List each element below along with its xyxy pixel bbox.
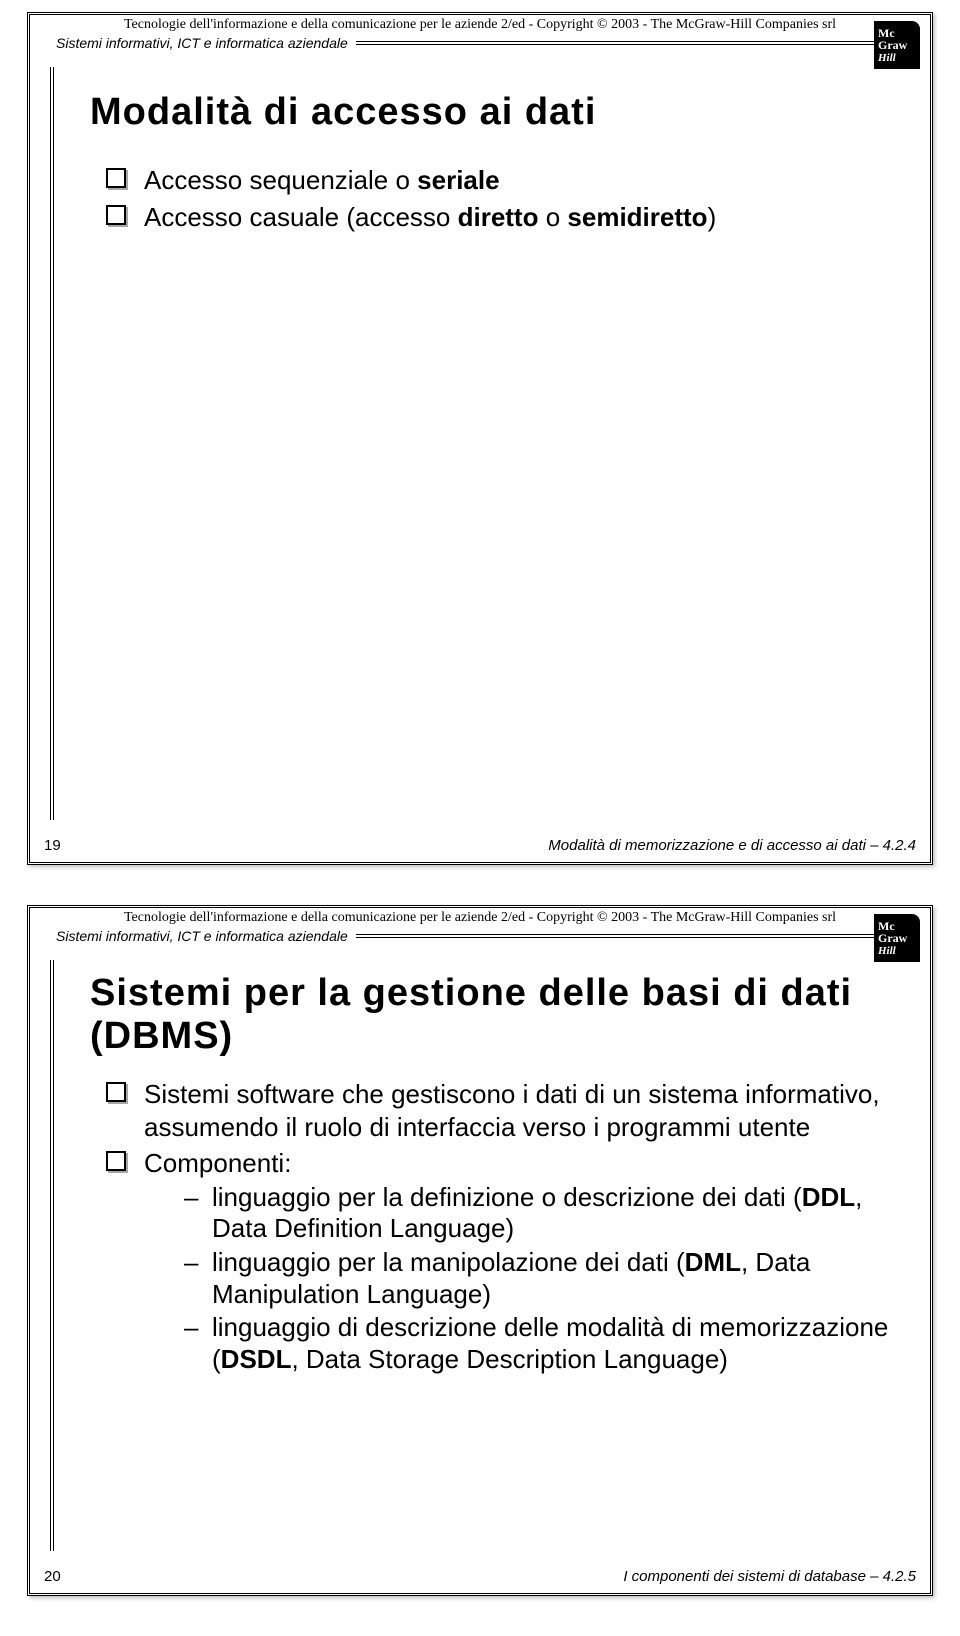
logo-line3: Hill: [878, 52, 896, 64]
slide-header: Tecnologie dell'informazione e della com…: [48, 908, 912, 944]
bullet-item: Sistemi software che gestiscono i dati d…: [106, 1078, 912, 1143]
footer-section: I componenti dei sistemi di database – 4…: [623, 1568, 916, 1585]
header-subtitle: Sistemi informativi, ICT e informatica a…: [56, 35, 348, 51]
header-divider: [356, 41, 904, 45]
sub-list: linguaggio per la definizione o descrizi…: [184, 1182, 912, 1376]
side-divider: [50, 67, 54, 820]
slide-footer: 19 Modalità di memorizzazione e di acces…: [30, 831, 930, 862]
sub-item: linguaggio di descrizione delle modalità…: [184, 1312, 912, 1375]
bullet-item: Accesso sequenziale o seriale: [106, 164, 912, 197]
copyright-text: Tecnologie dell'informazione e della com…: [56, 910, 904, 926]
page-number: 20: [44, 1568, 61, 1585]
logo-line2: Graw: [878, 39, 907, 51]
publisher-logo: Mc Graw Hill: [874, 21, 920, 69]
page-number: 19: [44, 837, 61, 854]
header-divider: [356, 934, 904, 938]
bullet-item: Componenti: linguaggio per la definizion…: [106, 1147, 912, 1376]
logo-line3: Hill: [878, 945, 896, 957]
slide-title: Sistemi per la gestione delle basi di da…: [90, 972, 912, 1058]
slide-footer: 20 I componenti dei sistemi di database …: [30, 1562, 930, 1593]
logo-line1: Mc: [878, 27, 895, 39]
slide-19: Mc Graw Hill Tecnologie dell'informazion…: [27, 12, 933, 865]
publisher-logo: Mc Graw Hill: [874, 914, 920, 962]
slide-title: Modalità di accesso ai dati: [90, 91, 912, 134]
slide-header: Tecnologie dell'informazione e della com…: [48, 15, 912, 51]
sub-item: linguaggio per la manipolazione dei dati…: [184, 1247, 912, 1310]
header-subtitle: Sistemi informativi, ICT e informatica a…: [56, 928, 348, 944]
logo-line1: Mc: [878, 920, 895, 932]
logo-line2: Graw: [878, 932, 907, 944]
footer-section: Modalità di memorizzazione e di accesso …: [548, 837, 916, 854]
side-divider: [50, 960, 54, 1551]
bullet-item: Accesso casuale (accesso diretto o semid…: [106, 201, 912, 234]
copyright-text: Tecnologie dell'informazione e della com…: [56, 17, 904, 33]
bullet-list: Sistemi software che gestiscono i dati d…: [106, 1078, 912, 1376]
bullet-list: Accesso sequenziale o seriale Accesso ca…: [106, 164, 912, 233]
slide-20: Mc Graw Hill Tecnologie dell'informazion…: [27, 905, 933, 1596]
sub-item: linguaggio per la definizione o descrizi…: [184, 1182, 912, 1245]
